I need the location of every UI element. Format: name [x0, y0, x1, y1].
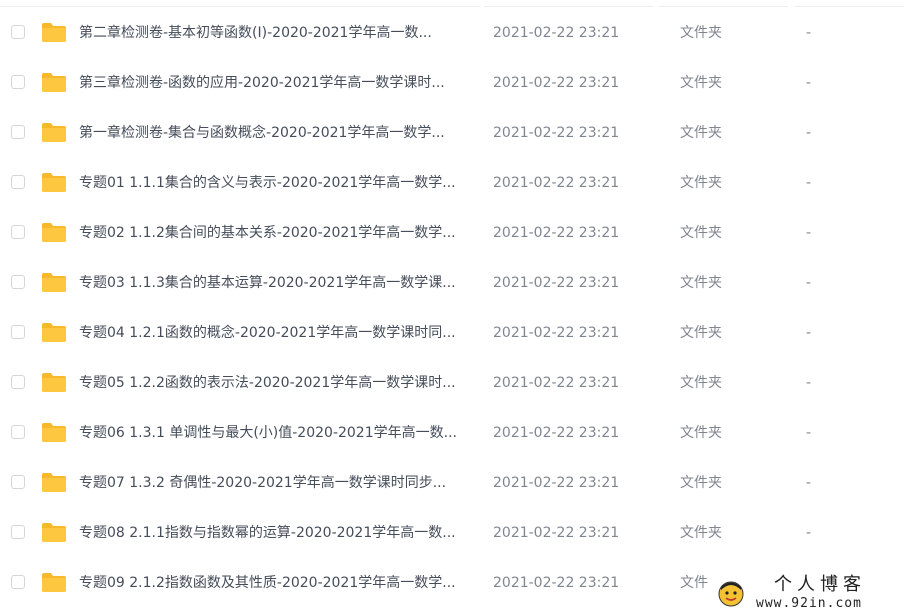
row-checkbox[interactable]: [11, 175, 25, 189]
file-row[interactable]: 专题03 1.1.3集合的基本运算-2020-2021学年高一数学课... 202…: [0, 258, 904, 308]
file-name[interactable]: 第一章检测卷-集合与函数概念-2020-2021学年高一数学...: [79, 123, 479, 143]
file-name[interactable]: 专题05 1.2.2函数的表示法-2020-2021学年高一数学课时...: [79, 373, 479, 393]
file-size: -: [806, 175, 812, 191]
row-checkbox[interactable]: [11, 575, 25, 589]
file-name[interactable]: 专题03 1.1.3集合的基本运算-2020-2021学年高一数学课...: [79, 273, 479, 293]
modified-date: 2021-02-22 23:21: [493, 475, 620, 491]
file-row[interactable]: 第三章检测卷-函数的应用-2020-2021学年高一数学课时... 2021-02…: [0, 58, 904, 108]
folder-icon: [42, 23, 66, 42]
modified-date: 2021-02-22 23:21: [493, 175, 620, 191]
file-type: 文件夹: [680, 225, 722, 241]
header-divider: [0, 6, 480, 7]
file-row[interactable]: 专题04 1.2.1函数的概念-2020-2021学年高一数学课时同... 202…: [0, 308, 904, 358]
file-name[interactable]: 专题04 1.2.1函数的概念-2020-2021学年高一数学课时同...: [79, 323, 479, 343]
file-type: 文件夹: [680, 125, 722, 141]
folder-icon: [42, 123, 66, 142]
file-name[interactable]: 专题01 1.1.1集合的含义与表示-2020-2021学年高一数学...: [79, 173, 479, 193]
file-name[interactable]: 专题02 1.1.2集合间的基本关系-2020-2021学年高一数学...: [79, 223, 479, 243]
file-type: 文件夹: [680, 275, 722, 291]
row-checkbox[interactable]: [11, 525, 25, 539]
file-name[interactable]: 专题07 1.3.2 奇偶性-2020-2021学年高一数学课时同步...: [79, 473, 479, 493]
modified-date: 2021-02-22 23:21: [493, 125, 620, 141]
file-size: -: [806, 375, 812, 391]
modified-date: 2021-02-22 23:21: [493, 225, 620, 241]
file-type: 文件夹: [680, 325, 722, 341]
header-divider: [794, 6, 904, 7]
file-name[interactable]: 第二章检测卷-基本初等函数(Ⅰ)-2020-2021学年高一数...: [79, 23, 479, 43]
modified-date: 2021-02-22 23:21: [493, 375, 620, 391]
modified-date: 2021-02-22 23:21: [493, 325, 620, 341]
file-size: -: [806, 225, 812, 241]
modified-date: 2021-02-22 23:21: [493, 525, 620, 541]
modified-date: 2021-02-22 23:21: [493, 275, 620, 291]
file-size: -: [806, 475, 812, 491]
file-size: -: [806, 125, 812, 141]
watermark-title: 个人博客: [774, 574, 866, 595]
row-checkbox[interactable]: [11, 325, 25, 339]
header-divider: [484, 6, 654, 7]
file-type: 文件: [680, 575, 708, 591]
file-size: -: [806, 525, 812, 541]
row-checkbox[interactable]: [11, 475, 25, 489]
file-size: -: [806, 75, 812, 91]
file-type: 文件夹: [680, 75, 722, 91]
folder-icon: [42, 573, 66, 592]
row-checkbox[interactable]: [11, 75, 25, 89]
folder-icon: [42, 323, 66, 342]
folder-icon: [42, 523, 66, 542]
file-row[interactable]: 第二章检测卷-基本初等函数(Ⅰ)-2020-2021学年高一数... 2021-0…: [0, 8, 904, 58]
file-name[interactable]: 专题08 2.1.1指数与指数幂的运算-2020-2021学年高一数...: [79, 523, 479, 543]
file-type: 文件夹: [680, 525, 722, 541]
file-row[interactable]: 专题08 2.1.1指数与指数幂的运算-2020-2021学年高一数... 202…: [0, 508, 904, 558]
file-size: -: [806, 25, 812, 41]
file-row[interactable]: 第一章检测卷-集合与函数概念-2020-2021学年高一数学... 2021-02…: [0, 108, 904, 158]
file-size: -: [806, 325, 812, 341]
file-type: 文件夹: [680, 175, 722, 191]
folder-icon: [42, 473, 66, 492]
file-list: 第二章检测卷-基本初等函数(Ⅰ)-2020-2021学年高一数... 2021-0…: [0, 0, 904, 616]
modified-date: 2021-02-22 23:21: [493, 575, 620, 591]
file-type: 文件夹: [680, 425, 722, 441]
watermark: 个人博客 www.92in.com: [712, 574, 902, 614]
file-row[interactable]: 专题07 1.3.2 奇偶性-2020-2021学年高一数学课时同步... 202…: [0, 458, 904, 508]
row-checkbox[interactable]: [11, 25, 25, 39]
file-row[interactable]: 专题02 1.1.2集合间的基本关系-2020-2021学年高一数学... 202…: [0, 208, 904, 258]
row-checkbox[interactable]: [11, 375, 25, 389]
row-checkbox[interactable]: [11, 225, 25, 239]
file-type: 文件夹: [680, 375, 722, 391]
file-row[interactable]: 专题01 1.1.1集合的含义与表示-2020-2021学年高一数学... 202…: [0, 158, 904, 208]
file-name[interactable]: 专题06 1.3.1 单调性与最大(小)值-2020-2021学年高一数...: [79, 423, 479, 443]
smiley-logo-icon: [718, 581, 744, 607]
folder-icon: [42, 223, 66, 242]
modified-date: 2021-02-22 23:21: [493, 425, 620, 441]
file-type: 文件夹: [680, 25, 722, 41]
file-row[interactable]: 专题06 1.3.1 单调性与最大(小)值-2020-2021学年高一数... 2…: [0, 408, 904, 458]
file-row[interactable]: 专题05 1.2.2函数的表示法-2020-2021学年高一数学课时... 202…: [0, 358, 904, 408]
row-checkbox[interactable]: [11, 275, 25, 289]
folder-icon: [42, 373, 66, 392]
folder-icon: [42, 173, 66, 192]
modified-date: 2021-02-22 23:21: [493, 25, 620, 41]
header-divider: [658, 6, 788, 7]
modified-date: 2021-02-22 23:21: [493, 75, 620, 91]
folder-icon: [42, 73, 66, 92]
file-name[interactable]: 第三章检测卷-函数的应用-2020-2021学年高一数学课时...: [79, 73, 479, 93]
row-checkbox[interactable]: [11, 125, 25, 139]
file-type: 文件夹: [680, 475, 722, 491]
file-size: -: [806, 425, 812, 441]
folder-icon: [42, 423, 66, 442]
file-size: -: [806, 275, 812, 291]
file-name[interactable]: 专题09 2.1.2指数函数及其性质-2020-2021学年高一数学...: [79, 573, 479, 593]
folder-icon: [42, 273, 66, 292]
row-checkbox[interactable]: [11, 425, 25, 439]
watermark-url: www.92in.com: [756, 596, 862, 611]
